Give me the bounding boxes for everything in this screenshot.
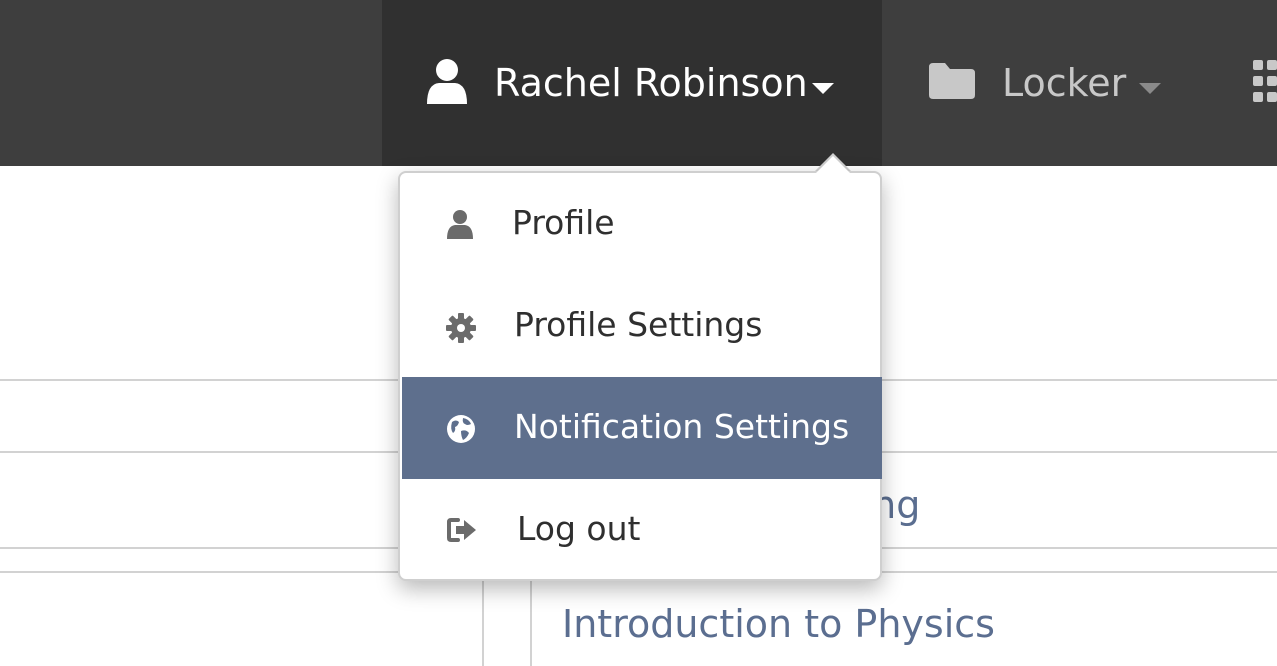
globe-icon — [447, 415, 475, 443]
page: Rachel Robinson Locker ring Introduction… — [0, 0, 1277, 666]
menu-item-profile-settings[interactable]: Profile Settings — [402, 275, 882, 377]
menu-item-notification-settings[interactable]: Notification Settings — [402, 377, 882, 479]
menu-item-profile[interactable]: Profile — [402, 173, 882, 275]
course-card — [0, 571, 484, 666]
dropdown-pointer-fill — [816, 156, 850, 173]
user-icon — [447, 210, 473, 239]
chevron-down-icon[interactable] — [812, 83, 834, 94]
sign-out-icon — [447, 518, 476, 542]
top-navbar: Rachel Robinson Locker — [0, 0, 1277, 166]
user-dropdown-menu: Profile Profile Settings Notification Se… — [398, 171, 882, 581]
menu-item-label: Profile — [512, 203, 615, 242]
folder-icon[interactable] — [927, 61, 977, 101]
menu-item-label: Notification Settings — [514, 407, 850, 446]
menu-item-label: Profile Settings — [514, 305, 763, 344]
user-icon — [427, 59, 467, 104]
menu-item-label: Log out — [517, 509, 641, 548]
user-name-label[interactable]: Rachel Robinson — [494, 61, 808, 105]
grid-icon[interactable] — [1253, 60, 1277, 102]
course-link[interactable]: Introduction to Physics — [562, 602, 995, 646]
locker-label[interactable]: Locker — [1002, 61, 1126, 105]
gear-icon — [446, 313, 476, 343]
menu-item-log-out[interactable]: Log out — [402, 479, 882, 581]
chevron-down-icon[interactable] — [1139, 83, 1161, 94]
